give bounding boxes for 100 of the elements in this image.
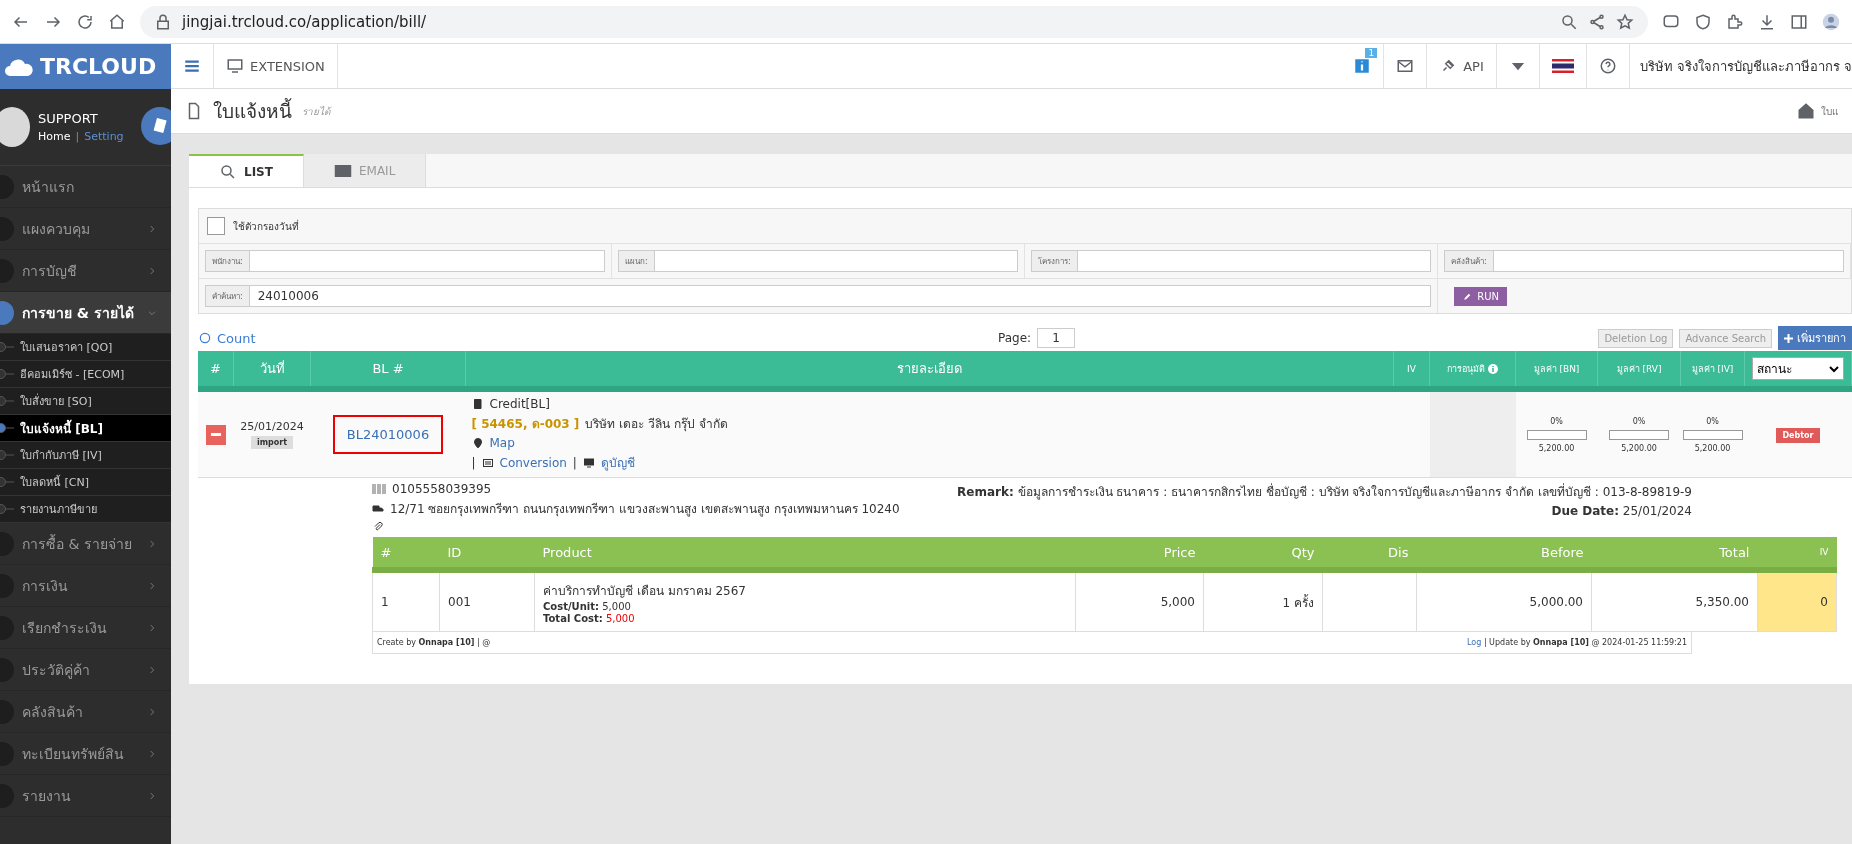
- sidebar-item[interactable]: หน้าแรก: [0, 166, 171, 208]
- puzzle-icon[interactable]: [1726, 12, 1744, 31]
- info-icon[interactable]: [1353, 57, 1372, 75]
- document-link[interactable]: BL24010006: [332, 415, 444, 454]
- user-name: SUPPORT: [38, 111, 99, 126]
- submenu-item[interactable]: ใบสั่งขาย [SO]: [0, 388, 171, 415]
- submenu-item[interactable]: อีคอมเมิร์ซ - [ECOM]: [0, 361, 171, 388]
- mail-icon[interactable]: [1396, 57, 1415, 75]
- book-icon: [471, 398, 484, 410]
- pin-icon: [471, 437, 484, 449]
- api-button[interactable]: API: [1427, 44, 1497, 88]
- sidebar-item[interactable]: แผงควบคุม: [0, 208, 171, 250]
- home-icon[interactable]: [1797, 102, 1815, 120]
- table-cell: 5,000: [1075, 570, 1204, 632]
- sidebar-item[interactable]: การขาย & รายได้: [0, 292, 171, 334]
- table-cell: 5,350.00: [1591, 570, 1758, 632]
- tab[interactable]: LIST: [189, 154, 304, 187]
- status-select[interactable]: สถานะ: [1752, 357, 1844, 380]
- collapse-button[interactable]: [205, 424, 226, 445]
- zoom-icon[interactable]: [1560, 12, 1578, 31]
- column-header: Dis: [1388, 544, 1409, 560]
- column-header: IV: [1819, 547, 1829, 557]
- address-bar[interactable]: jingjai.trcloud.co/application/bill/: [140, 5, 1648, 38]
- input-field[interactable]: พนักงาน:: [205, 250, 605, 272]
- account-link[interactable]: ดูบัญชี: [600, 453, 635, 472]
- bullet-icon: [0, 396, 14, 406]
- breadcrumb-link[interactable]: ใบแ: [1821, 103, 1838, 119]
- tax-id: 0105558039395: [392, 482, 492, 496]
- home-icon[interactable]: [108, 12, 126, 31]
- submenu-item[interactable]: รายงานภาษีขาย: [0, 496, 171, 523]
- profile-link[interactable]: Setting: [84, 130, 124, 143]
- total-cost-value: 5,000: [605, 612, 635, 624]
- column-header: ID: [447, 544, 462, 560]
- column-header: Price: [1163, 544, 1196, 560]
- column-header: Before: [1541, 544, 1584, 560]
- column-header: #: [380, 544, 392, 560]
- column-header: Product: [542, 544, 592, 560]
- flag-icon[interactable]: [1551, 59, 1574, 73]
- sidebar-item[interactable]: ประวัติคู่ค้า: [0, 649, 171, 691]
- input-field[interactable]: โครงการ:: [1031, 250, 1431, 272]
- checkbox[interactable]: [207, 217, 225, 235]
- log-link[interactable]: Log: [1467, 638, 1482, 647]
- search-field[interactable]: คำค้นหา: 24010006: [205, 285, 1432, 307]
- table-cell: 5,000.00: [1416, 570, 1592, 632]
- run-button[interactable]: RUN: [1454, 286, 1507, 306]
- chevron-down-icon: [1829, 364, 1839, 373]
- star-icon[interactable]: [1616, 12, 1634, 31]
- chevron-right-icon: [147, 622, 157, 633]
- reload-icon[interactable]: [76, 12, 94, 31]
- share-icon[interactable]: [1588, 12, 1606, 31]
- page-title: ใบแจ้งหนี้: [213, 97, 292, 124]
- page-field[interactable]: 1: [1037, 328, 1076, 348]
- sidebar-item[interactable]: คลังสินค้า: [0, 691, 171, 733]
- profile-link[interactable]: Home: [38, 130, 71, 143]
- submenu-item[interactable]: ใบกำกับภาษี [IV]: [0, 442, 171, 469]
- shield-icon[interactable]: [1694, 12, 1712, 31]
- table-cell: 0: [1757, 570, 1837, 632]
- sidebar-item[interactable]: การเงิน: [0, 565, 171, 607]
- column-header: BL #: [372, 361, 404, 376]
- bullet-icon: [0, 504, 14, 514]
- chevron-right-icon: [147, 790, 157, 801]
- column-header: IV: [1407, 363, 1416, 374]
- url-text: jingjai.trcloud.co/application/bill/: [182, 12, 427, 31]
- submenu-item[interactable]: ใบลดหนี้ [CN]: [0, 469, 171, 496]
- product-name: ค่าบริการทำบัญชี เดือน มกราคม 2567: [543, 582, 747, 600]
- download-icon[interactable]: [1758, 12, 1776, 31]
- count-link[interactable]: Count: [198, 330, 998, 346]
- sidebar-item[interactable]: ทะเบียนทรัพย์สิน: [0, 733, 171, 775]
- due-date: Due Date: 25/01/2024: [1551, 504, 1692, 518]
- column-header: วันที่: [259, 361, 285, 376]
- conversion-link[interactable]: Conversion: [499, 455, 567, 470]
- avatar-icon[interactable]: [1822, 12, 1840, 31]
- cost-unit: Cost/Unit: 5,000: [543, 600, 632, 612]
- created-by-text: Create by Onnapa [10] | @: [377, 638, 491, 647]
- sidebar-item[interactable]: รายงาน: [0, 775, 171, 817]
- separator: |: [572, 455, 577, 470]
- logo-text: TRCLOUD: [40, 54, 157, 79]
- map-link[interactable]: Map: [489, 436, 515, 450]
- input-field[interactable]: คลังสินค้า:: [1444, 250, 1844, 272]
- book-button[interactable]: [141, 107, 171, 145]
- sidebar-item[interactable]: เรียกชำระเงิน: [0, 607, 171, 649]
- help-icon[interactable]: [1598, 57, 1617, 75]
- import-tag: import: [250, 436, 294, 449]
- menu-icon[interactable]: [183, 57, 201, 75]
- document-type: Credit[BL]: [489, 397, 550, 411]
- table-cell: 1: [372, 570, 440, 632]
- column-header: มูลค่า [RV]: [1616, 363, 1662, 374]
- sidebar-item[interactable]: การซื้อ & รายจ่าย: [0, 523, 171, 565]
- percent-text: 0%: [1706, 416, 1719, 426]
- extension-button[interactable]: EXTENSION: [214, 44, 338, 88]
- spinner-icon: [198, 331, 212, 345]
- submenu-item[interactable]: ใบเสนอราคา [QO]: [0, 334, 171, 361]
- amount-text: 5,200.00: [1694, 443, 1731, 453]
- plus-icon: [1784, 333, 1793, 343]
- input-field[interactable]: แผนก:: [618, 250, 1018, 272]
- percent-text: 0%: [1550, 416, 1563, 426]
- submenu-item[interactable]: ใบแจ้งหนี้ [BL]: [0, 415, 171, 442]
- minus-icon: [210, 433, 221, 436]
- add-button[interactable]: เพิ่มรายกา: [1778, 326, 1852, 350]
- sidebar-icon[interactable]: [1790, 12, 1808, 31]
